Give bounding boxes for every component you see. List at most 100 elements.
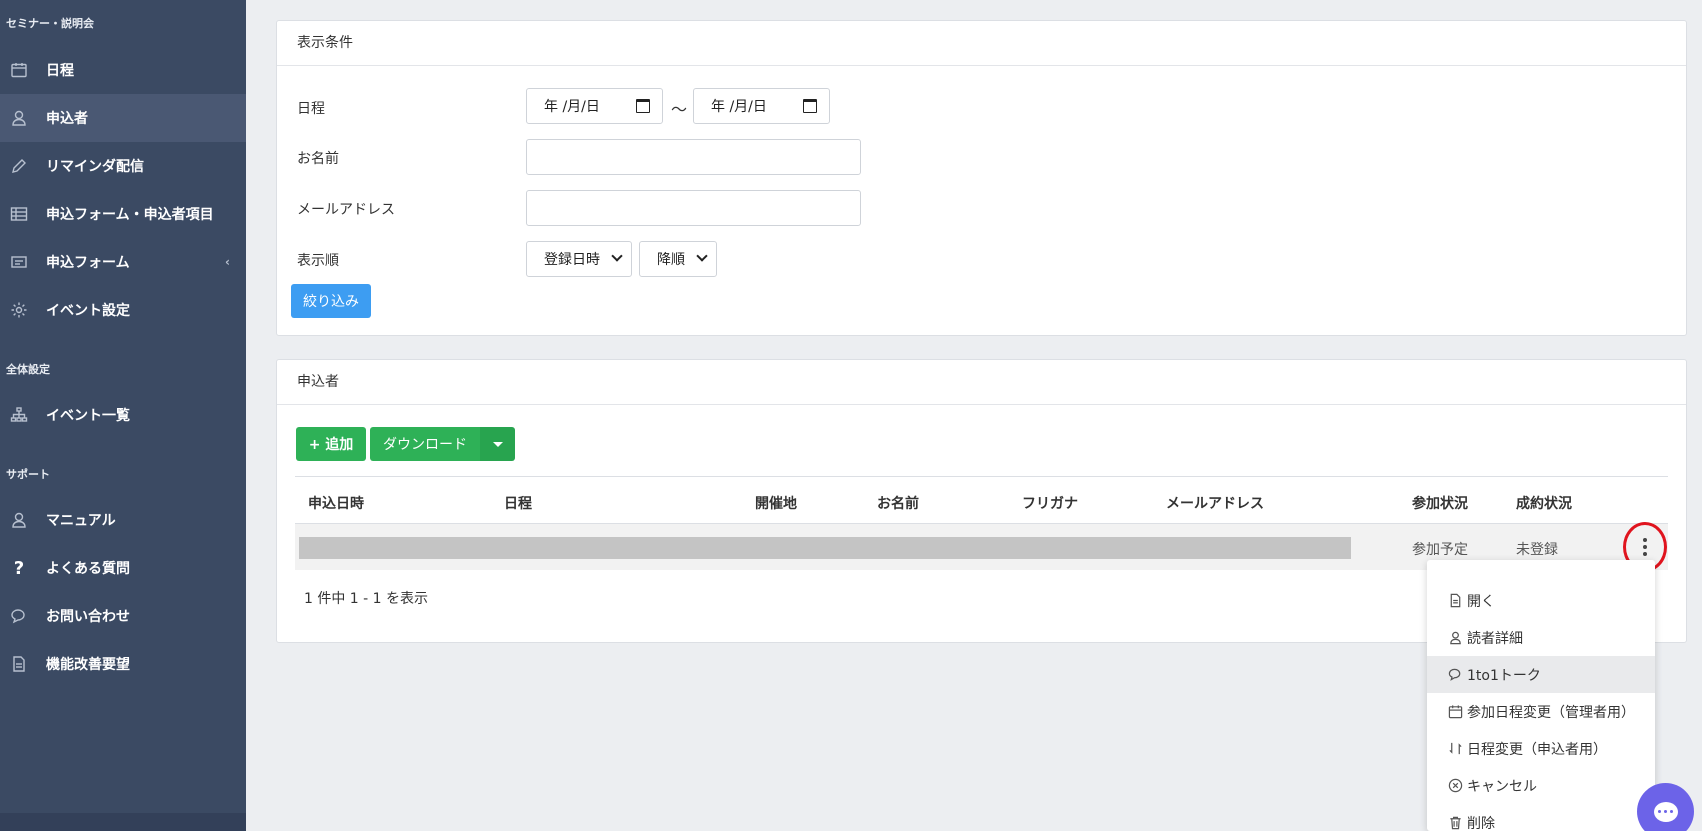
chevron-down-icon xyxy=(696,250,708,262)
sidebar-item-label: 申込フォーム xyxy=(46,255,130,271)
sidebar-item-form[interactable]: 申込フォーム ‹ xyxy=(0,238,246,286)
caret-down-icon xyxy=(492,441,503,447)
download-label: ダウンロード xyxy=(383,437,467,453)
user-icon xyxy=(1447,630,1463,646)
download-button[interactable]: ダウンロード xyxy=(370,427,480,461)
menu-item-label: 開く xyxy=(1467,593,1495,610)
menu-item-change-schedule-applicant[interactable]: 日程変更（申込者用） xyxy=(1427,730,1655,767)
menu-item-label: キャンセル xyxy=(1467,778,1537,795)
sidebar-item-label: リマインダ配信 xyxy=(46,159,144,175)
menu-item-delete[interactable]: 削除 xyxy=(1427,804,1655,831)
user-icon xyxy=(10,109,28,127)
column-name: お名前 xyxy=(877,496,919,512)
kebab-icon xyxy=(1643,538,1647,556)
filter-submit-button[interactable]: 絞り込み xyxy=(291,284,371,318)
calendar-icon xyxy=(803,99,817,113)
sidebar-section-global: 全体設定 xyxy=(6,363,50,376)
sidebar-item-label: イベント一覧 xyxy=(46,408,130,424)
column-furigana: フリガナ xyxy=(1022,496,1078,512)
sidebar-item-applicants[interactable]: 申込者 xyxy=(0,94,246,142)
email-label: メールアドレス xyxy=(297,202,395,218)
sidebar-item-label: 申込フォーム・申込者項目 xyxy=(46,207,214,223)
chevron-left-icon: ‹ xyxy=(225,255,230,269)
column-applied-at: 申込日時 xyxy=(308,496,364,512)
sidebar-item-form-fields[interactable]: 申込フォーム・申込者項目 xyxy=(0,190,246,238)
column-venue: 開催地 xyxy=(755,496,797,512)
chat-icon xyxy=(1653,801,1678,822)
contract-status: 未登録 xyxy=(1516,542,1558,558)
pencil-icon xyxy=(10,157,28,175)
sidebar-item-label: 申込者 xyxy=(46,111,88,127)
sidebar-section-seminar: セミナー・説明会 xyxy=(6,17,94,30)
chevron-down-icon xyxy=(611,250,623,262)
row-actions-menu: 開く 読者詳細 1to1トーク 参加日程変更（管理者用） 日程変更（申込者用） … xyxy=(1427,560,1655,831)
participation-status: 参加予定 xyxy=(1412,542,1468,558)
gear-icon xyxy=(10,301,28,319)
sort-direction-select[interactable]: 降順 xyxy=(639,241,717,277)
menu-item-label: 日程変更（申込者用） xyxy=(1467,741,1607,758)
sidebar-item-label: 機能改善要望 xyxy=(46,657,130,673)
calendar-icon xyxy=(10,61,28,79)
form-icon xyxy=(10,253,28,271)
redacted-cells xyxy=(299,537,1351,559)
name-input[interactable] xyxy=(526,139,861,175)
add-button[interactable]: + 追加 xyxy=(296,427,366,461)
menu-item-cancel[interactable]: キャンセル xyxy=(1427,767,1655,804)
schedule-label: 日程 xyxy=(297,101,325,117)
table-icon xyxy=(10,205,28,223)
date-to-input[interactable]: 年 /月/日 xyxy=(693,88,830,124)
sidebar-item-label: イベント設定 xyxy=(46,303,130,319)
sidebar-item-schedule[interactable]: 日程 xyxy=(0,46,246,94)
email-input[interactable] xyxy=(526,190,861,226)
pagination-info: 1 件中 1 - 1 を表示 xyxy=(304,591,429,607)
document-icon xyxy=(10,655,28,673)
cancel-icon xyxy=(1447,778,1463,794)
sidebar-item-reminder[interactable]: リマインダ配信 xyxy=(0,142,246,190)
chat-icon xyxy=(1447,667,1463,683)
user-icon xyxy=(10,511,28,529)
filter-panel-title: 表示条件 xyxy=(277,21,1686,66)
swap-icon xyxy=(1447,741,1463,757)
sort-field-select[interactable]: 登録日時 xyxy=(526,241,632,277)
sidebar-item-label: よくある質問 xyxy=(46,561,130,577)
menu-item-reader-detail[interactable]: 読者詳細 xyxy=(1427,619,1655,656)
question-icon: ? xyxy=(13,557,25,579)
sidebar-item-contact[interactable]: お問い合わせ xyxy=(0,592,246,640)
sidebar-item-event-list[interactable]: イベント一覧 xyxy=(0,391,246,439)
date-range-separator: 〜 xyxy=(671,100,688,119)
sidebar-item-label: お問い合わせ xyxy=(46,609,130,625)
column-contract: 成約状況 xyxy=(1516,496,1572,512)
trash-icon xyxy=(1447,815,1463,831)
sort-field-value: 登録日時 xyxy=(544,252,600,268)
sidebar-section-support: サポート xyxy=(6,468,50,481)
menu-item-open[interactable]: 開く xyxy=(1427,582,1655,619)
order-label: 表示順 xyxy=(297,253,339,269)
date-from-value: 年 /月/日 xyxy=(544,99,600,115)
date-to-value: 年 /月/日 xyxy=(711,99,767,115)
sidebar-item-label: 日程 xyxy=(46,63,74,79)
date-from-input[interactable]: 年 /月/日 xyxy=(526,88,663,124)
sort-direction-value: 降順 xyxy=(657,252,685,268)
sidebar-item-event-settings[interactable]: イベント設定 xyxy=(0,286,246,334)
chat-widget-button[interactable] xyxy=(1637,783,1694,831)
column-schedule: 日程 xyxy=(504,496,532,512)
calendar-icon xyxy=(636,99,650,113)
menu-item-label: 読者詳細 xyxy=(1467,630,1523,647)
download-dropdown-toggle[interactable] xyxy=(480,427,515,461)
menu-item-change-schedule-admin[interactable]: 参加日程変更（管理者用） xyxy=(1427,693,1655,730)
menu-item-1to1-talk[interactable]: 1to1トーク xyxy=(1427,656,1655,693)
calendar-icon xyxy=(1447,704,1463,720)
table-header: 申込日時 日程 開催地 お名前 フリガナ メールアドレス 参加状況 成約状況 xyxy=(295,476,1668,524)
sidebar: セミナー・説明会 日程 申込者 リマインダ配信 申込フォーム・申込者項目 申込フ… xyxy=(0,0,246,831)
menu-item-label: 参加日程変更（管理者用） xyxy=(1467,704,1635,721)
name-label: お名前 xyxy=(297,151,339,167)
sidebar-item-faq[interactable]: ? よくある質問 xyxy=(0,544,246,592)
file-icon xyxy=(1447,593,1463,609)
sidebar-item-feedback[interactable]: 機能改善要望 xyxy=(0,640,246,688)
sitemap-icon xyxy=(10,406,28,424)
sidebar-footer xyxy=(0,813,246,831)
column-participation: 参加状況 xyxy=(1412,496,1468,512)
menu-item-label: 削除 xyxy=(1467,815,1495,831)
sidebar-item-manual[interactable]: マニュアル xyxy=(0,496,246,544)
filter-panel: 表示条件 日程 年 /月/日 〜 年 /月/日 お名前 メールアドレス 表示順 … xyxy=(276,20,1687,336)
